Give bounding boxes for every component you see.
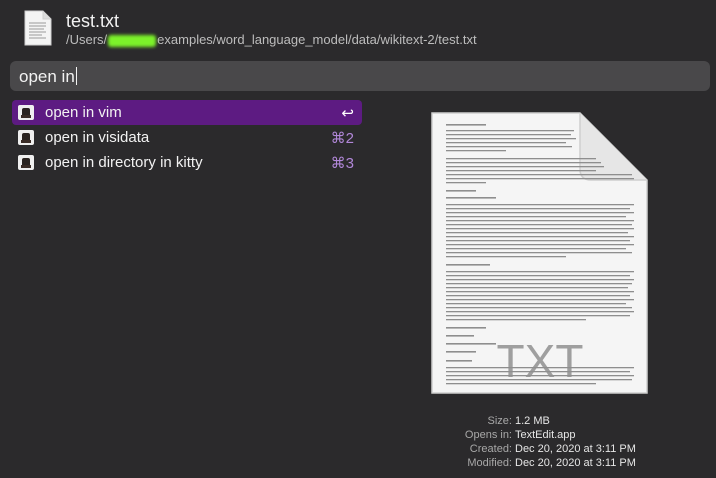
result-label: open in vim xyxy=(45,104,122,121)
file-title: test.txt xyxy=(66,11,120,31)
meta-created: Created: Dec 20, 2020 at 3:11 PM xyxy=(380,443,700,457)
meta-value: Dec 20, 2020 at 3:11 PM xyxy=(515,457,636,469)
results-list: open in vim ↩ open in visidata ⌘2 open i… xyxy=(12,100,362,175)
meta-value: 1.2 MB xyxy=(515,415,550,427)
shortcut-hint: ⌘3 xyxy=(330,155,354,172)
meta-size: Size: 1.2 MB xyxy=(380,415,700,429)
search-input[interactable]: open in xyxy=(10,61,710,91)
kitty-app-icon xyxy=(18,130,34,145)
meta-key: Modified: xyxy=(467,457,512,469)
shortcut-hint: ⌘2 xyxy=(330,130,354,147)
result-item-open-in-visidata[interactable]: open in visidata ⌘2 xyxy=(12,125,362,150)
meta-key: Size: xyxy=(487,415,512,427)
result-item-open-in-vim[interactable]: open in vim ↩ xyxy=(12,100,362,125)
file-path: /Users/examples/word_language_model/data… xyxy=(66,32,477,47)
redacted-segment xyxy=(108,34,157,47)
document-preview-icon: TXT xyxy=(431,112,648,394)
path-prefix: /Users/ xyxy=(66,32,108,47)
return-key-shortcut: ↩ xyxy=(341,105,354,122)
result-item-open-in-directory-in-kitty[interactable]: open in directory in kitty ⌘3 xyxy=(12,150,362,175)
meta-opens-in: Opens in: TextEdit.app xyxy=(380,429,700,443)
result-label: open in visidata xyxy=(45,129,150,146)
meta-key: Opens in: xyxy=(464,429,512,441)
meta-modified: Modified: Dec 20, 2020 at 3:11 PM xyxy=(380,457,700,471)
kitty-app-icon xyxy=(18,155,34,170)
text-caret xyxy=(75,67,77,85)
kitty-app-icon xyxy=(18,105,34,120)
meta-value: TextEdit.app xyxy=(515,429,576,441)
meta-value: Dec 20, 2020 at 3:11 PM xyxy=(515,443,636,455)
meta-key: Created: xyxy=(469,443,512,455)
search-query: open in xyxy=(19,67,75,86)
header: test.txt /Users/examples/word_language_m… xyxy=(0,0,716,58)
text-file-icon xyxy=(24,10,52,46)
file-metadata: Size: 1.2 MB Opens in: TextEdit.app Crea… xyxy=(380,415,700,471)
file-type-badge: TXT xyxy=(497,335,584,387)
search-input-text: open in xyxy=(19,67,77,87)
result-label: open in directory in kitty xyxy=(45,154,203,171)
path-suffix: examples/word_language_model/data/wikite… xyxy=(157,32,477,47)
